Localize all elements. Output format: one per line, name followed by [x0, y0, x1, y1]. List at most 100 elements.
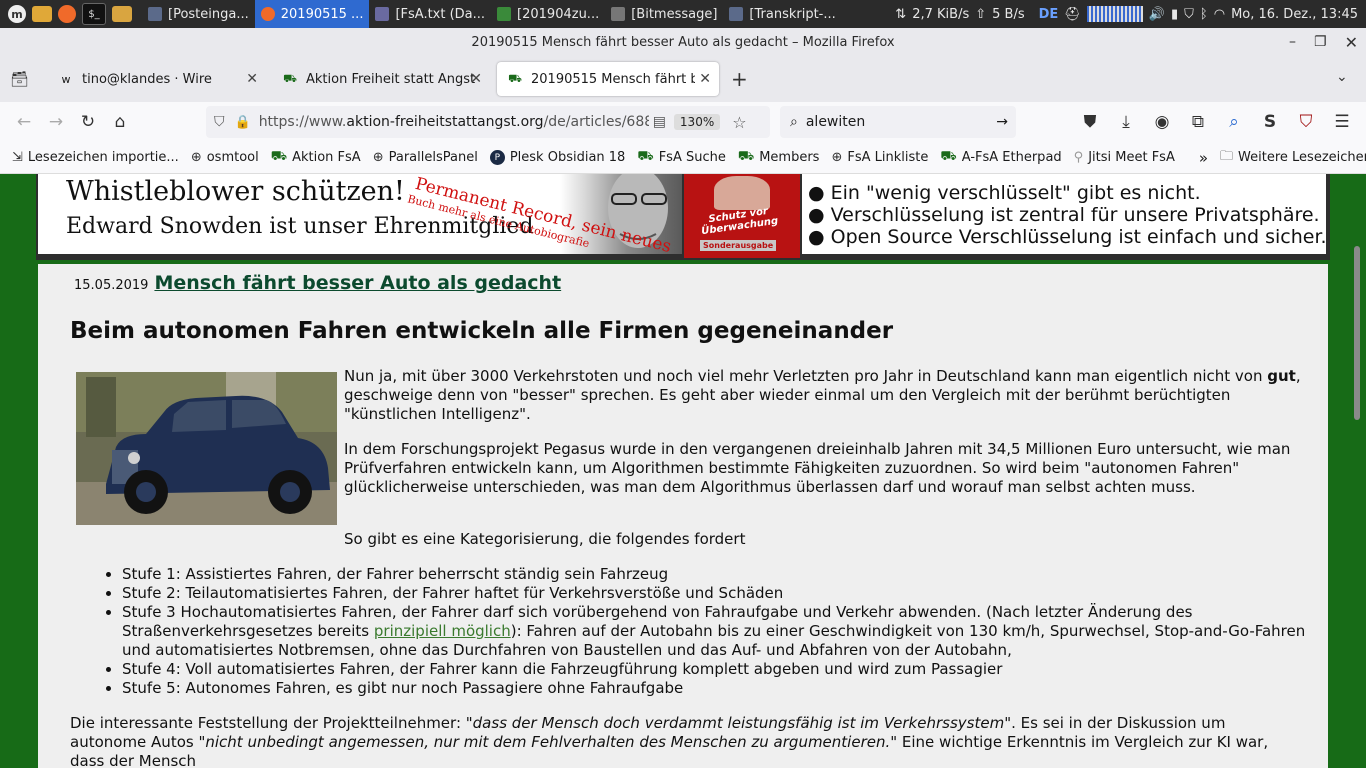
fsa-favicon: ⛟ [270, 149, 288, 164]
bookmark-label: Jitsi Meet FsA [1088, 150, 1175, 165]
bluetooth-icon[interactable]: ᛒ [1200, 7, 1208, 22]
hamburger-menu-icon[interactable]: ☰ [1326, 106, 1358, 138]
bookmark-item[interactable]: ⛟ Members [738, 149, 820, 166]
mint-menu-icon[interactable]: m [8, 5, 26, 23]
volume-icon[interactable]: 🔊 [1149, 7, 1165, 22]
chevron-down-icon[interactable]: ⌄ [1336, 69, 1348, 85]
files-icon[interactable] [112, 6, 132, 22]
firefox-launcher-icon[interactable] [58, 5, 76, 23]
list-item: Stufe 2: Teilautomatisiertes Fahren, der… [122, 584, 1312, 603]
tracking-shield-icon[interactable]: ⛉ [214, 114, 225, 130]
ublock-icon[interactable]: ⛉ [1290, 106, 1322, 138]
task-label: [FsA.txt (Da... [395, 6, 486, 22]
encryption-banner[interactable]: ● Ein "wenig verschlüsselt" gibt es nich… [802, 174, 1327, 254]
article-meta: 15.05.2019 Mensch fährt besser Auto als … [74, 272, 561, 294]
tab-fsa[interactable]: ⛟ Aktion Freiheit statt Angst ✕ [272, 62, 490, 96]
close-window-icon[interactable]: ✕ [1345, 33, 1358, 52]
s-extension-icon[interactable]: S [1254, 106, 1286, 138]
system-tray: ⇅ 2,7 KiB/s ⇧ 5 B/s DE ⛑ 🔊 ▮ ⛉ ᛒ ◠ Mo, 1… [895, 0, 1366, 28]
text-fragment: Nun ja, mit über 3000 Verkehrstoten und … [344, 367, 1268, 385]
url-host: aktion-freiheitstattangst.org [346, 114, 544, 130]
text-fragment: Die interessante Feststellung der Projek… [70, 714, 466, 732]
toolbar-icons: ⛊ ⤓ ◉ ⧉ ⌕ S ⛉ ☰ [1074, 106, 1358, 138]
snowden-banner[interactable]: Whistleblower schützen! Edward Snowden i… [38, 174, 682, 254]
task-item[interactable]: [201904zu... [491, 0, 605, 28]
fsa-favicon: ⛟ [637, 149, 654, 164]
bookmark-item[interactable]: ⛟ Aktion FsA [271, 149, 361, 166]
bookmark-label: FsA Linkliste [847, 150, 929, 165]
back-icon[interactable]: ← [8, 106, 40, 138]
close-tab-icon[interactable]: ✕ [470, 71, 482, 87]
tab-wire[interactable]: w tino@klandes · Wire ✕ [48, 62, 266, 96]
home-icon[interactable]: ⌂ [104, 106, 136, 138]
account-icon[interactable]: ◉ [1146, 106, 1178, 138]
page-scrollbar[interactable] [1354, 246, 1360, 420]
task-item[interactable]: 20190515 ... [254, 0, 370, 28]
bookmark-item[interactable]: ⊕ ParallelsPanel [373, 150, 478, 165]
window-titlebar[interactable]: 20190515 Mensch fährt besser Auto als ge… [0, 28, 1366, 56]
battery-icon[interactable]: ▮ [1171, 7, 1178, 22]
bookmark-item[interactable]: ⊕ osmtool [191, 150, 259, 165]
net-up: 5 B/s [992, 6, 1025, 22]
wifi-icon[interactable]: ◠ [1214, 7, 1225, 22]
system-panel: m $_ [Posteinga... 20190515 ... [FsA.txt… [0, 0, 1366, 28]
prinzipiell-moeglich-link[interactable]: prinzipiell möglich [374, 622, 511, 640]
header-banner[interactable]: Whistleblower schützen! Edward Snowden i… [36, 174, 1330, 260]
bookmark-star-icon[interactable]: ☆ [732, 113, 746, 132]
forward-icon[interactable]: → [40, 106, 72, 138]
task-item[interactable]: [FsA.txt (Da... [369, 0, 491, 28]
search-extension-icon[interactable]: ⌕ [1218, 106, 1250, 138]
wire-favicon: w [61, 72, 71, 86]
book-face [714, 176, 770, 210]
text-bold: gut [1267, 367, 1296, 385]
extensions-icon[interactable]: ⧉ [1182, 106, 1214, 138]
tab-bar: 🗃 w tino@klandes · Wire ✕ ⛟ Aktion Freih… [0, 56, 1366, 102]
pocket-icon[interactable]: ⛊ [1074, 106, 1106, 138]
more-bookmarks-chevron-icon[interactable]: » [1199, 149, 1208, 167]
article-title-link[interactable]: Mensch fährt besser Auto als gedacht [154, 272, 561, 294]
minimize-icon[interactable]: – [1289, 34, 1296, 50]
tab-article[interactable]: ⛟ 20190515 Mensch fährt besser Auto als … [497, 62, 719, 96]
new-tab-icon[interactable]: + [731, 67, 748, 91]
paragraph-conclusion: Die interessante Feststellung der Projek… [70, 714, 1290, 768]
tab-list-icon[interactable]: 🗃 [10, 70, 29, 88]
lock-icon[interactable]: 🔒 [235, 115, 251, 130]
downloads-icon[interactable]: ⤓ [1110, 106, 1142, 138]
task-item[interactable]: [Transkript-... [723, 0, 841, 28]
clock[interactable]: Mo, 16. Dez., 13:45 [1231, 7, 1358, 22]
reader-view-icon[interactable]: ▤ [653, 114, 666, 130]
terminal-icon[interactable]: $_ [82, 3, 106, 25]
update-icon[interactable]: ⛑ [1064, 7, 1081, 22]
folder-icon[interactable] [32, 6, 52, 22]
other-bookmarks[interactable]: 🗀 Weitere Lesezeichen [1220, 147, 1366, 169]
bookmark-item[interactable]: ⛟ FsA Suche [637, 149, 726, 166]
task-item[interactable]: [Bitmessage] [605, 0, 723, 28]
list-item: Stufe 3 Hochautomatisiertes Fahren, der … [122, 603, 1312, 660]
list-item: Stufe 1: Assistiertes Fahren, der Fahrer… [122, 565, 1312, 584]
book-cover[interactable]: Schutz vor Überwachung Sonderausgabe [684, 174, 800, 258]
maximize-icon[interactable]: ❐ [1314, 34, 1327, 50]
search-bar[interactable]: ⌕ alewiten → [780, 106, 1016, 138]
url-bar[interactable]: ⛉ 🔒 https://www.aktion-freiheitstattangs… [206, 106, 770, 138]
fsa-favicon: ⛟ [737, 149, 755, 164]
shield-icon[interactable]: ⛉ [1184, 7, 1194, 22]
encryption-bullet: ● Ein "wenig verschlüsselt" gibt es nich… [808, 182, 1201, 204]
task-item[interactable]: [Posteinga... [142, 0, 255, 28]
globe-icon: ⊕ [190, 150, 202, 165]
book-subtitle: Sonderausgabe [700, 240, 777, 251]
keyboard-layout[interactable]: DE [1039, 7, 1059, 22]
search-go-icon[interactable]: → [996, 114, 1008, 130]
bookmark-item[interactable]: P Plesk Obsidian 18 [489, 150, 625, 165]
list-item: Stufe 5: Autonomes Fahren, es gibt nur n… [122, 679, 1312, 698]
search-input[interactable]: alewiten [806, 114, 996, 130]
bookmark-item[interactable]: ⚲ Jitsi Meet FsA [1074, 150, 1175, 165]
url-text[interactable]: https://www.aktion-freiheitstattangst.or… [259, 114, 649, 130]
bookmark-item[interactable]: ⛟ A-FsA Etherpad [940, 149, 1061, 166]
tab-label: tino@klandes · Wire [82, 71, 212, 87]
close-tab-icon[interactable]: ✕ [246, 71, 258, 87]
reload-icon[interactable]: ↻ [72, 106, 104, 138]
bookmark-item[interactable]: ⇲ Lesezeichen importie... [12, 150, 179, 165]
bookmark-item[interactable]: ⊕ FsA Linkliste [831, 150, 928, 165]
close-tab-icon[interactable]: ✕ [699, 71, 711, 87]
zoom-level[interactable]: 130% [673, 114, 721, 130]
